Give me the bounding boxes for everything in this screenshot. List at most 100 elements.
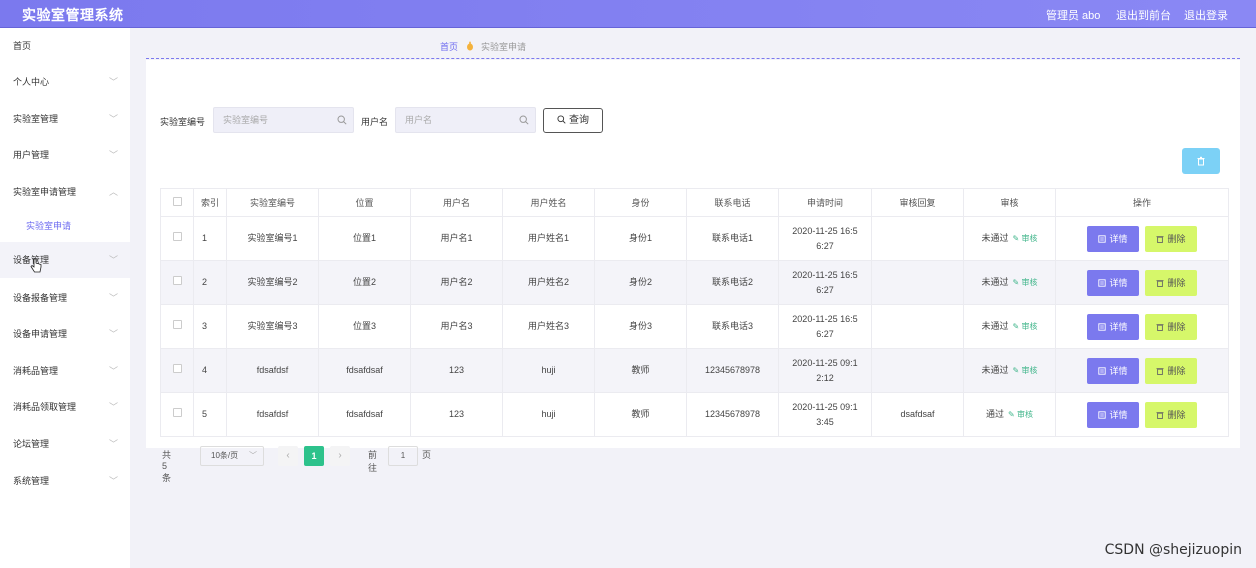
delete-button[interactable]: 删除 — [1145, 225, 1197, 252]
cell-index: 5 — [193, 392, 227, 437]
audit-status: 未通过 — [981, 233, 1009, 243]
sidebar-item-label: 用户管理 — [13, 150, 50, 160]
sidebar-item-label: 实验室申请管理 — [13, 187, 77, 197]
username-placeholder: 用户名 — [405, 115, 433, 125]
cell-phone: 12345678978 — [686, 392, 779, 437]
sidebar-item-personal-center[interactable]: 个人中心 ﹀ — [0, 64, 130, 100]
sidebar-item-consumables-pickup-management[interactable]: 消耗品领取管理 ﹀ — [0, 389, 130, 425]
delete-button[interactable]: 删除 — [1145, 357, 1197, 384]
top-bar: 实验室管理系统 管理员 abo 退出到前台 退出登录 — [0, 0, 1256, 28]
audit-link[interactable]: ✎ 审核 — [1013, 278, 1038, 287]
sidebar-item-system-management[interactable]: 系统管理 ﹀ — [0, 463, 130, 499]
app-title: 实验室管理系统 — [22, 7, 124, 23]
sidebar-item-lab-application[interactable]: 实验室申请 — [0, 208, 130, 244]
sidebar-item-consumables-management[interactable]: 消耗品管理 ﹀ — [0, 353, 130, 389]
content-panel: 实验室编号 实验室编号 用户名 用户名 查询 索引 实验室编号 位置 用户名 用… — [146, 60, 1240, 483]
page-size-select[interactable]: 10条/页 ﹀ — [200, 446, 264, 466]
audit-status: 通过 — [986, 409, 1005, 419]
table-row: 1 实验室编号1 位置1 用户名1 用户姓名1 身份1 联系电话1 2020-11-25 16… — [160, 216, 1229, 261]
page-number-current[interactable]: 1 — [304, 446, 324, 466]
detail-button-label: 详情 — [1109, 365, 1128, 376]
cell-audit: 未通过 ✎ 审核 — [963, 304, 1056, 349]
cell-lab-number: 实验室编号2 — [226, 260, 319, 305]
chevron-down-icon: ﹀ — [249, 451, 257, 460]
document-icon — [1098, 410, 1107, 419]
cell-phone: 联系电话1 — [686, 216, 779, 261]
row-checkbox[interactable] — [172, 276, 182, 285]
row-checkbox[interactable] — [172, 232, 182, 241]
row-checkbox[interactable] — [172, 320, 182, 329]
cell-location: 位置3 — [318, 304, 411, 349]
lab-number-placeholder: 实验室编号 — [223, 115, 269, 125]
delete-button[interactable]: 删除 — [1145, 313, 1197, 340]
detail-button[interactable]: 详情 — [1087, 401, 1139, 428]
delete-button[interactable]: 删除 — [1145, 401, 1197, 428]
audit-link[interactable]: ✎ 审核 — [1008, 410, 1033, 419]
breadcrumb-home[interactable]: 首页 — [440, 42, 458, 52]
audit-link[interactable]: ✎ 审核 — [1013, 322, 1038, 331]
table-row: 5 fdsafdsf fdsafdsaf 123 huji 教师 12345678978 20… — [160, 392, 1229, 437]
column-header: 联系电话 — [686, 188, 779, 217]
cell-phone: 12345678978 — [686, 348, 779, 393]
goto-page-input[interactable]: 1 — [388, 446, 418, 466]
chevron-down-icon: ﹀ — [108, 476, 118, 486]
edit-icon: ✎ — [1012, 234, 1020, 243]
document-icon — [1098, 366, 1107, 375]
search-button-label: 查询 — [569, 115, 589, 126]
apply-time-line2: 6:27 — [816, 240, 834, 251]
cell-index: 4 — [193, 348, 227, 393]
table-header-row: 索引 实验室编号 位置 用户名 用户姓名 身份 联系电话 申请时间 审核回复 审… — [160, 188, 1229, 217]
chevron-down-icon: ﹀ — [108, 329, 118, 339]
row-checkbox[interactable] — [172, 364, 182, 373]
cell-role: 教师 — [594, 348, 687, 393]
edit-icon: ✎ — [1012, 322, 1020, 331]
hand-cursor-icon — [30, 258, 42, 273]
row-select-cell — [160, 304, 194, 349]
audit-link[interactable]: ✎ 审核 — [1013, 234, 1038, 243]
delete-button-label: 删除 — [1167, 321, 1186, 332]
cell-username: 用户名2 — [410, 260, 503, 305]
cell-apply-time: 2020-11-25 16:5 6:27 — [778, 260, 872, 305]
sidebar-item-equipment-application-management[interactable]: 设备申请管理 ﹀ — [0, 316, 130, 352]
audit-link-label: 审核 — [1021, 234, 1038, 243]
row-checkbox[interactable] — [172, 408, 182, 417]
sidebar-item-lab-application-management[interactable]: 实验室申请管理 ︿ — [0, 174, 130, 210]
username-input[interactable]: 用户名 — [395, 107, 536, 133]
sidebar-item-forum-management[interactable]: 论坛管理 ﹀ — [0, 426, 130, 462]
search-button[interactable]: 查询 — [543, 108, 603, 133]
detail-button[interactable]: 详情 — [1087, 269, 1139, 296]
delete-button[interactable]: 删除 — [1145, 269, 1197, 296]
chevron-up-icon: ︿ — [108, 187, 118, 197]
chevron-down-icon: ﹀ — [108, 402, 118, 412]
select-all-checkbox[interactable] — [172, 197, 182, 206]
prev-page-button[interactable]: ‹ — [278, 446, 298, 466]
search-icon — [557, 115, 566, 124]
detail-button[interactable]: 详情 — [1087, 313, 1139, 340]
audit-link-label: 审核 — [1016, 410, 1033, 419]
lab-number-input[interactable]: 实验室编号 — [213, 107, 354, 133]
cell-lab-number: fdsafdsf — [226, 348, 319, 393]
document-icon — [1098, 234, 1107, 243]
sidebar-item-lab-management[interactable]: 实验室管理 ﹀ — [0, 101, 130, 137]
back-to-front-link[interactable]: 退出到前台 — [1116, 7, 1171, 23]
watermark: CSDN @shejizuopin — [1104, 542, 1242, 558]
column-header: 身份 — [594, 188, 687, 217]
cell-name: 用户姓名1 — [502, 216, 595, 261]
cell-name: huji — [502, 392, 595, 437]
batch-delete-button[interactable] — [1182, 148, 1220, 174]
next-page-button[interactable]: › — [330, 446, 350, 466]
logout-link[interactable]: 退出登录 — [1184, 7, 1228, 23]
cell-apply-time: 2020-11-25 16:5 6:27 — [778, 216, 872, 261]
detail-button[interactable]: 详情 — [1087, 357, 1139, 384]
sidebar-item-user-management[interactable]: 用户管理 ﹀ — [0, 137, 130, 173]
apply-time-line1: 2020-11-25 16:5 — [792, 313, 858, 324]
column-header: 用户名 — [410, 188, 503, 217]
sidebar-item-equipment-report-management[interactable]: 设备报备管理 ﹀ — [0, 280, 130, 316]
detail-button[interactable]: 详情 — [1087, 225, 1139, 252]
audit-link[interactable]: ✎ 审核 — [1013, 366, 1038, 375]
row-select-cell — [160, 216, 194, 261]
sidebar-item-home[interactable]: 首页 — [0, 28, 130, 64]
cell-lab-number: 实验室编号1 — [226, 216, 319, 261]
sidebar-item-equipment-management[interactable]: 设备管理 ﹀ — [0, 242, 130, 278]
column-header: 审核回复 — [871, 188, 964, 217]
